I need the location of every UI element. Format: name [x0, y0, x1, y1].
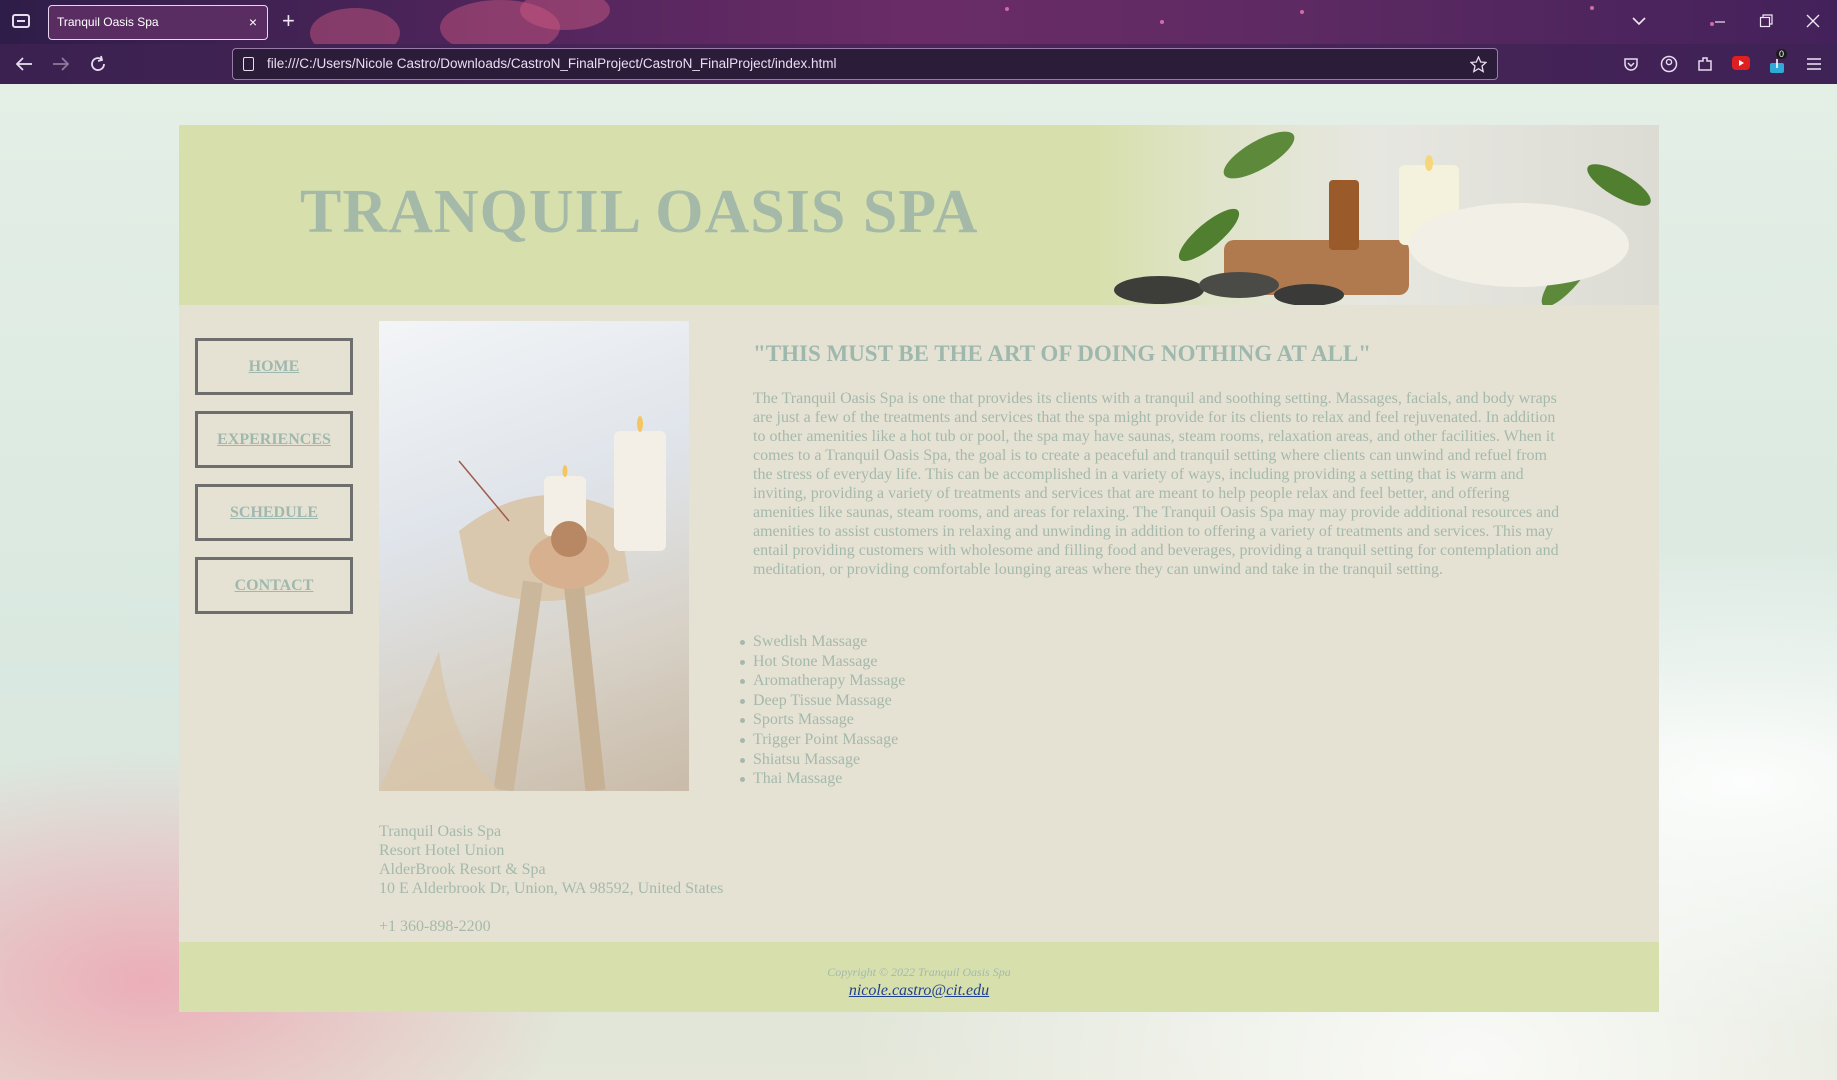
service-item: Swedish Massage [739, 633, 905, 653]
chevron-down-icon[interactable] [1632, 16, 1646, 26]
nav-experiences-link[interactable]: EXPERIENCES [195, 411, 353, 468]
services-list: Swedish Massage Hot Stone Massage Aromat… [739, 633, 905, 790]
reload-icon[interactable] [89, 55, 107, 73]
candles-stool-illustration [379, 416, 666, 791]
minimize-icon[interactable] [1714, 16, 1726, 28]
download-badge: 0 [1776, 49, 1788, 59]
candles-stool-photo [379, 321, 689, 791]
pocket-icon[interactable] [1623, 56, 1639, 72]
email-link[interactable]: nicole.castro@cit.edu [849, 982, 989, 1000]
url-text[interactable]: file:///C:/Users/Nicole Castro/Downloads… [267, 56, 836, 71]
tab-close-icon[interactable]: × [249, 6, 257, 39]
address-line: Resort Hotel Union [379, 842, 505, 859]
quote-heading: "THIS MUST BE THE ART OF DOING NOTHING A… [753, 341, 1372, 366]
service-item: Sports Massage [739, 711, 905, 731]
browser-tab[interactable]: Tranquil Oasis Spa × [48, 5, 268, 40]
download-icon [1770, 59, 1784, 73]
contact-address: Tranquil Oasis Spa Resort Hotel Union Al… [379, 822, 723, 936]
hamburger-menu-icon[interactable] [1806, 57, 1822, 71]
new-tab-button[interactable]: + [282, 8, 295, 34]
decorative-sparkle [1005, 7, 1009, 11]
page-icon [243, 57, 254, 71]
restore-icon[interactable] [1759, 14, 1773, 28]
browser-tab-strip: Tranquil Oasis Spa × + [0, 0, 1837, 58]
address-bar[interactable]: file:///C:/Users/Nicole Castro/Downloads… [232, 48, 1498, 80]
header-spa-photo [1099, 125, 1659, 305]
service-item: Aromatherapy Massage [739, 672, 905, 692]
decorative-sparkle [1590, 6, 1594, 10]
youtube-icon[interactable] [1732, 56, 1750, 70]
download-button[interactable]: 0 [1768, 49, 1788, 75]
browser-toolbar: file:///C:/Users/Nicole Castro/Downloads… [0, 44, 1837, 84]
decorative-sparkle [1160, 20, 1164, 24]
nav-contact-link[interactable]: CONTACT [195, 557, 353, 614]
extensions-icon[interactable] [1696, 55, 1714, 73]
service-item: Trigger Point Massage [739, 731, 905, 751]
main-content: HOME EXPERIENCES SCHEDULE CONTACT "THIS … [179, 305, 1659, 942]
nav-home-link[interactable]: HOME [195, 338, 353, 395]
service-item: Deep Tissue Massage [739, 692, 905, 712]
address-line: AlderBrook Resort & Spa [379, 861, 546, 878]
address-line: 10 E Alderbrook Dr, Union, WA 98592, Uni… [379, 880, 724, 897]
site-header: TRANQUIL OASIS SPA [179, 125, 1659, 305]
account-icon[interactable] [1660, 55, 1678, 73]
decorative-sparkle [1300, 10, 1304, 14]
back-arrow-icon[interactable] [15, 56, 33, 72]
page-viewport: TRANQUIL OASIS SPA HOME EXPERIENCES SCHE… [0, 84, 1837, 1080]
service-item: Hot Stone Massage [739, 653, 905, 673]
site-nav: HOME EXPERIENCES SCHEDULE CONTACT [195, 338, 353, 630]
intro-paragraph: The Tranquil Oasis Spa is one that provi… [753, 390, 1560, 578]
spa-stones-candles-illustration [1114, 131, 1651, 305]
phone-number: +1 360-898-2200 [379, 918, 491, 935]
tab-list-icon[interactable] [12, 14, 30, 28]
service-item: Thai Massage [739, 770, 905, 790]
copyright-text: Copyright © 2022 Tranquil Oasis Spa [827, 965, 1011, 979]
browser-tab-title: Tranquil Oasis Spa [57, 15, 159, 29]
site-title: TRANQUIL OASIS SPA [300, 178, 979, 246]
star-icon[interactable] [1470, 56, 1487, 73]
service-item: Shiatsu Massage [739, 751, 905, 771]
forward-arrow-icon[interactable] [52, 56, 70, 72]
nav-schedule-link[interactable]: SCHEDULE [195, 484, 353, 541]
site-container: TRANQUIL OASIS SPA HOME EXPERIENCES SCHE… [179, 125, 1659, 1012]
site-footer: Copyright © 2022 Tranquil Oasis Spa nico… [179, 942, 1659, 1012]
close-window-icon[interactable] [1806, 14, 1820, 28]
address-line: Tranquil Oasis Spa [379, 823, 502, 840]
